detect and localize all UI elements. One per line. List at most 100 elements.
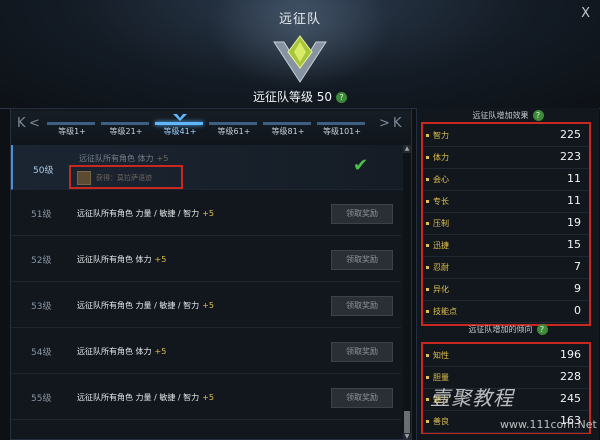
row-text: 远征队所有角色 力量 / 敏捷 / 智力 (77, 393, 200, 402)
stat-value: 196 (560, 348, 581, 361)
tab-underline (263, 122, 311, 125)
level-tabs: K < 等级1+ 等级21+ 等级41+ 等级61+ 等级81+ 等级101+ … (11, 111, 411, 145)
expedition-emblem-icon (273, 35, 327, 83)
next-page-button[interactable]: > (379, 116, 390, 131)
stat-value: 245 (560, 392, 581, 405)
stat-row-crit: 会心 11 (423, 168, 589, 191)
stat-value: 228 (560, 370, 581, 383)
tab-underline (317, 122, 365, 125)
scroll-up-icon[interactable]: ▲ (403, 145, 411, 153)
stat-row-swift: 迅捷 15 (423, 234, 589, 257)
reward-item-icon (77, 171, 91, 185)
stat-name: 忍耐 (433, 263, 449, 272)
row-description: 远征队所有角色 力量 / 敏捷 / 智力 +5 (77, 392, 214, 403)
stat-bullet (426, 156, 429, 159)
tendency-row-intellect: 知性 196 (423, 344, 589, 367)
row-bonus: +5 (154, 347, 167, 356)
team-level-title: 远征队等级 50? (0, 88, 600, 105)
stat-name: 体力 (433, 153, 449, 162)
last-page-button[interactable]: K (393, 116, 402, 131)
stat-row-dom: 压制 19 (423, 212, 589, 235)
stat-name: 知性 (433, 351, 449, 360)
stat-row-skill-points: 技能点 0 (423, 300, 589, 323)
row-description: 远征队所有角色 体力 +5 (79, 153, 168, 164)
row-bonus: +5 (202, 209, 214, 218)
row-bonus: +5 (154, 255, 167, 264)
claim-reward-button[interactable]: 领取奖励 (331, 342, 393, 362)
stat-row-vit: 体力 223 (423, 146, 589, 169)
tab-level-21[interactable]: 等级21+ (101, 126, 151, 137)
stat-name: 智力 (433, 131, 449, 140)
stat-name: 异化 (433, 285, 449, 294)
tab-level-41[interactable]: 等级41+ (155, 126, 205, 137)
stat-bullet (426, 200, 429, 203)
stat-value: 19 (567, 216, 581, 229)
level-row-52: 52级 远征队所有角色 体力 +5 领取奖励 (11, 237, 401, 282)
row-level: 53级 (31, 302, 52, 312)
first-page-button[interactable]: K (17, 116, 26, 131)
stat-row-spec: 专长 11 (423, 190, 589, 213)
prev-page-button[interactable]: < (29, 116, 40, 131)
stat-bullet (426, 134, 429, 137)
tendency-title: 远征队增加的倾向 (468, 325, 533, 334)
level-rewards-panel: K < 等级1+ 等级21+ 等级41+ 等级61+ 等级81+ 等级101+ … (10, 108, 412, 440)
stat-bullet (426, 420, 429, 423)
watermark-url: www.111com.Net (500, 418, 597, 431)
active-tab-wings-icon (173, 114, 187, 121)
claim-reward-button[interactable]: 领取奖励 (331, 250, 393, 270)
tab-underline-active (155, 122, 203, 125)
effects-section-title: 远征队增加效果? (417, 110, 599, 121)
stat-value: 223 (560, 150, 581, 163)
stat-value: 11 (567, 172, 581, 185)
stat-name: 技能点 (433, 307, 457, 316)
stat-value: 11 (567, 194, 581, 207)
completed-check-icon: ✔ (353, 155, 369, 176)
stat-name: 会心 (433, 175, 449, 184)
level-row-53: 53级 远征队所有角色 力量 / 敏捷 / 智力 +5 领取奖励 (11, 283, 401, 328)
stat-bullet (426, 354, 429, 357)
row-text: 远征队所有角色 体力 (77, 255, 152, 264)
stat-name: 专长 (433, 197, 449, 206)
tab-level-61[interactable]: 等级61+ (209, 126, 259, 137)
level-row-50: 50级 远征队所有角色 体力 +5 获得：莫拉萨语迹 ✔ (11, 145, 403, 190)
effects-help-icon[interactable]: ? (532, 110, 544, 121)
stat-bullet (426, 178, 429, 181)
scroll-thumb[interactable] (404, 411, 410, 433)
stat-bullet (426, 398, 429, 401)
stat-bullet (426, 310, 429, 313)
tab-underline (101, 122, 149, 125)
tendency-help-icon[interactable]: ? (536, 324, 548, 335)
row-text: 远征队所有角色 力量 / 敏捷 / 智力 (77, 301, 200, 310)
tab-underline (209, 122, 257, 125)
tab-level-1[interactable]: 等级1+ (47, 126, 97, 137)
level-row-51: 51级 远征队所有角色 力量 / 敏捷 / 智力 +5 领取奖励 (11, 191, 401, 236)
reward-list-scrollbar[interactable]: ▲ ▼ (403, 145, 411, 439)
stat-bullet (426, 376, 429, 379)
row-level: 55级 (31, 394, 52, 404)
stat-value: 15 (567, 238, 581, 251)
tab-level-81[interactable]: 等级81+ (263, 126, 313, 137)
row-level: 50级 (33, 166, 54, 176)
tab-level-101[interactable]: 等级101+ (317, 126, 367, 137)
stat-bullet (426, 288, 429, 291)
effects-stats-box: 智力 225 体力 223 会心 11 专长 11 压制 19 迅捷 15 忍耐 7 异化 9 … (421, 122, 591, 326)
claim-reward-button[interactable]: 领取奖励 (331, 296, 393, 316)
row-description: 远征队所有角色 力量 / 敏捷 / 智力 +5 (77, 208, 214, 219)
close-button[interactable]: X (581, 6, 590, 21)
row-text: 远征队所有角色 体力 (77, 347, 152, 356)
stat-value: 9 (574, 282, 581, 295)
effects-title: 远征队增加效果 (472, 111, 529, 120)
stat-row-exp: 异化 9 (423, 278, 589, 301)
claim-reward-button[interactable]: 领取奖励 (331, 388, 393, 408)
claim-reward-button[interactable]: 领取奖励 (331, 204, 393, 224)
row-level: 51级 (31, 210, 52, 220)
stat-name: 善良 (433, 417, 449, 426)
stat-name: 压制 (433, 219, 449, 228)
scroll-down-icon[interactable]: ▼ (403, 433, 411, 439)
row-bonus: +5 (156, 154, 169, 163)
tendency-section-title: 远征队增加的倾向? (417, 324, 599, 335)
stat-value: 225 (560, 128, 581, 141)
row-text: 远征队所有角色 力量 / 敏捷 / 智力 (77, 209, 200, 218)
stat-row-int: 智力 225 (423, 124, 589, 147)
team-level-help-icon[interactable]: ? (336, 92, 348, 103)
